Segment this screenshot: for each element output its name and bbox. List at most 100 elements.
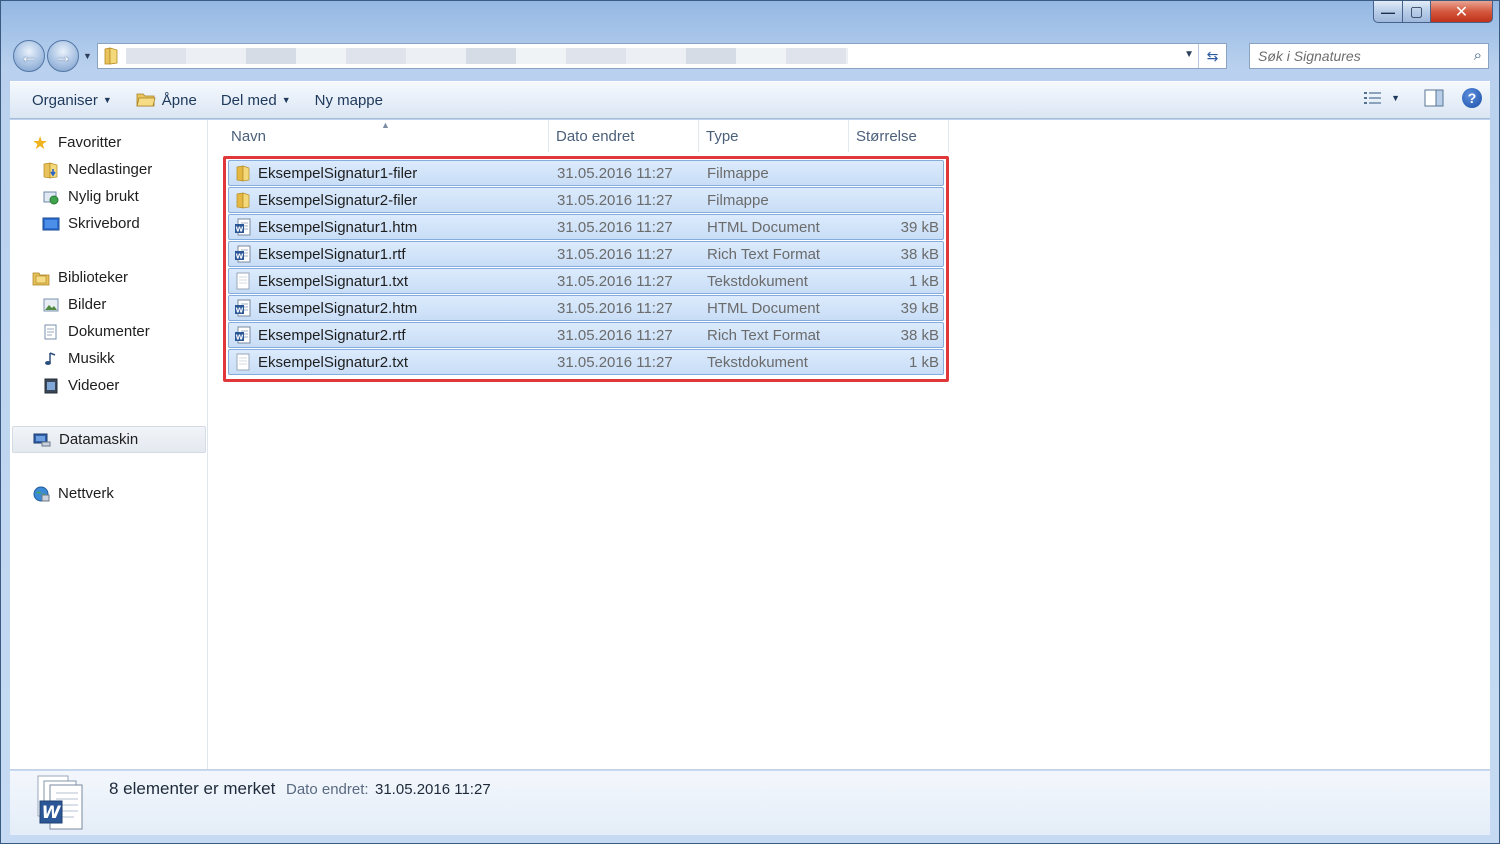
details-pane: W 8 elementer er merket Dato endret: 31.… bbox=[10, 771, 1490, 835]
downloads-folder-icon bbox=[43, 162, 58, 178]
file-date: 31.05.2016 11:27 bbox=[557, 327, 673, 344]
file-date: 31.05.2016 11:27 bbox=[557, 246, 673, 263]
column-header-date[interactable]: Dato endret bbox=[549, 120, 699, 152]
recent-places-icon bbox=[43, 191, 59, 204]
minimize-button[interactable]: — bbox=[1373, 1, 1403, 23]
address-bar[interactable]: ▼ ⇆ bbox=[97, 43, 1227, 69]
file-name: EksempelSignatur1-filer bbox=[258, 165, 418, 182]
file-row[interactable]: W EksempelSignatur1.htm 31.05.2016 11:27… bbox=[228, 214, 944, 240]
explorer-window: — ▢ ✕ ← → ▼ ▼ ⇆ ⌕ Organiser bbox=[0, 0, 1500, 844]
file-size: 39 kB bbox=[900, 219, 939, 236]
open-button[interactable]: Åpne bbox=[124, 85, 209, 115]
help-button[interactable]: ? bbox=[1460, 86, 1484, 110]
preview-pane-button[interactable] bbox=[1422, 86, 1446, 110]
new-folder-button[interactable]: Ny mappe bbox=[303, 85, 395, 115]
blurred-path bbox=[126, 48, 848, 64]
arrow-left-icon: ← bbox=[20, 45, 38, 66]
date-modified-label: Dato endret: bbox=[286, 781, 369, 798]
navigation-pane: ★ Favoritter Nedlastinger Nylig brukt Sk… bbox=[10, 120, 208, 769]
column-header-type[interactable]: Type bbox=[699, 120, 849, 152]
file-type: HTML Document bbox=[707, 219, 820, 236]
file-row[interactable]: W EksempelSignatur2.rtf 31.05.2016 11:27… bbox=[228, 322, 944, 348]
sidebar-item-label: Favoritter bbox=[58, 134, 122, 151]
new-folder-label: Ny mappe bbox=[314, 91, 383, 109]
refresh-button[interactable]: ⇆ bbox=[1198, 44, 1226, 68]
sidebar-item-downloads[interactable]: Nedlastinger bbox=[10, 156, 208, 183]
sidebar-item-pictures[interactable]: Bilder bbox=[10, 291, 208, 318]
sidebar-item-network[interactable]: Nettverk bbox=[10, 480, 208, 507]
sidebar-item-music[interactable]: Musikk bbox=[10, 345, 208, 372]
svg-text:W: W bbox=[42, 803, 62, 823]
date-modified-value: 31.05.2016 11:27 bbox=[375, 781, 491, 798]
music-icon bbox=[45, 351, 56, 365]
file-type: Tekstdokument bbox=[707, 273, 808, 290]
open-label: Åpne bbox=[161, 91, 197, 109]
word-document-icon: W bbox=[235, 218, 251, 236]
file-row[interactable]: EksempelSignatur2-filer 31.05.2016 11:27… bbox=[228, 187, 944, 213]
open-folder-icon bbox=[136, 93, 156, 107]
forward-button[interactable]: → bbox=[47, 40, 79, 72]
star-icon: ★ bbox=[32, 132, 49, 153]
favorites-group: ★ Favoritter Nedlastinger Nylig brukt Sk… bbox=[10, 129, 208, 237]
sidebar-item-favorites[interactable]: ★ Favoritter bbox=[10, 129, 208, 156]
organize-label: Organiser bbox=[32, 91, 98, 109]
search-icon[interactable]: ⌕ bbox=[1474, 47, 1482, 64]
file-rows: EksempelSignatur1-filer 31.05.2016 11:27… bbox=[228, 160, 944, 376]
file-date: 31.05.2016 11:27 bbox=[557, 219, 673, 236]
sort-ascending-icon: ▲ bbox=[381, 120, 390, 130]
sidebar-item-label: Videoer bbox=[68, 377, 120, 394]
sidebar-item-videos[interactable]: Videoer bbox=[10, 372, 208, 399]
sidebar-item-documents[interactable]: Dokumenter bbox=[10, 318, 208, 345]
sidebar-item-label: Musikk bbox=[68, 350, 115, 367]
file-row[interactable]: EksempelSignatur2.txt 31.05.2016 11:27 T… bbox=[228, 349, 944, 375]
share-label: Del med bbox=[220, 91, 277, 109]
sidebar-item-label: Skrivebord bbox=[68, 215, 140, 232]
word-document-icon: W bbox=[235, 326, 251, 344]
folder-icon bbox=[236, 165, 250, 182]
sidebar-item-recent[interactable]: Nylig brukt bbox=[10, 183, 208, 210]
view-options-button[interactable] bbox=[1361, 86, 1385, 110]
chevron-down-icon: ▼ bbox=[102, 95, 112, 105]
share-button[interactable]: Del med ▼ bbox=[209, 85, 303, 115]
file-name: EksempelSignatur2.rtf bbox=[258, 327, 406, 344]
window-controls: — ▢ ✕ bbox=[1373, 1, 1493, 23]
file-type: HTML Document bbox=[707, 300, 820, 317]
recent-pages-dropdown[interactable]: ▼ bbox=[83, 51, 92, 61]
file-date: 31.05.2016 11:27 bbox=[557, 300, 673, 317]
file-row[interactable]: W EksempelSignatur2.htm 31.05.2016 11:27… bbox=[228, 295, 944, 321]
sidebar-item-libraries[interactable]: Biblioteker bbox=[10, 264, 208, 291]
close-button[interactable]: ✕ bbox=[1431, 1, 1493, 23]
folder-icon bbox=[104, 47, 118, 65]
svg-text:W: W bbox=[236, 253, 244, 261]
file-date: 31.05.2016 11:27 bbox=[557, 192, 673, 209]
file-row[interactable]: EksempelSignatur1-filer 31.05.2016 11:27… bbox=[228, 160, 944, 186]
network-group: Nettverk bbox=[10, 480, 208, 507]
file-size: 1 kB bbox=[908, 273, 939, 290]
search-input[interactable] bbox=[1258, 45, 1458, 67]
back-button[interactable]: ← bbox=[13, 40, 45, 72]
libraries-icon bbox=[32, 272, 50, 285]
file-row[interactable]: W EksempelSignatur1.rtf 31.05.2016 11:27… bbox=[228, 241, 944, 267]
videos-icon bbox=[44, 378, 58, 393]
column-header-label: Navn bbox=[231, 127, 267, 145]
column-header-size[interactable]: Størrelse bbox=[849, 120, 949, 152]
file-row[interactable]: EksempelSignatur1.txt 31.05.2016 11:27 T… bbox=[228, 268, 944, 294]
text-document-icon bbox=[236, 353, 250, 371]
column-header-label: Type bbox=[706, 127, 739, 145]
sidebar-item-label: Nedlastinger bbox=[68, 161, 153, 178]
column-header-label: Størrelse bbox=[856, 127, 917, 145]
file-name: EksempelSignatur2-filer bbox=[258, 192, 418, 209]
organize-button[interactable]: Organiser ▼ bbox=[20, 85, 124, 115]
details-view-icon bbox=[1364, 92, 1382, 104]
file-type: Rich Text Format bbox=[707, 246, 821, 263]
svg-text:W: W bbox=[236, 307, 244, 315]
maximize-button[interactable]: ▢ bbox=[1403, 1, 1431, 23]
word-document-icon: W bbox=[235, 299, 251, 317]
sidebar-item-computer[interactable]: Datamaskin bbox=[12, 426, 206, 453]
address-dropdown[interactable]: ▼ bbox=[1184, 49, 1194, 60]
computer-icon bbox=[33, 433, 51, 446]
sidebar-item-desktop[interactable]: Skrivebord bbox=[10, 210, 208, 237]
search-box[interactable]: ⌕ bbox=[1249, 43, 1489, 69]
file-name: EksempelSignatur1.htm bbox=[258, 219, 418, 236]
chevron-down-icon[interactable]: ▼ bbox=[1391, 93, 1400, 103]
